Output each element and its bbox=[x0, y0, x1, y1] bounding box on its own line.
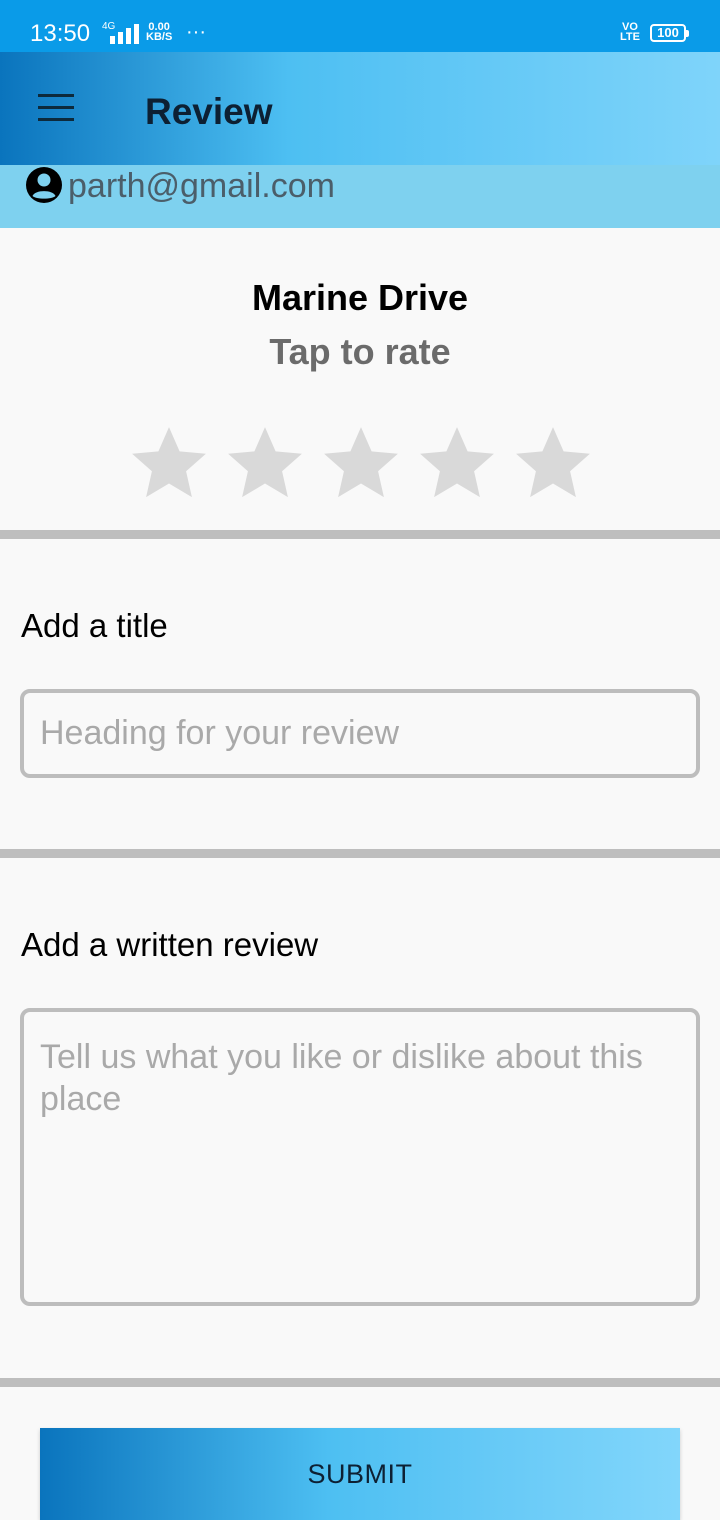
account-circle-icon bbox=[26, 167, 62, 203]
submit-button-label: SUBMIT bbox=[307, 1459, 413, 1489]
place-name: Marine Drive bbox=[251, 277, 469, 318]
star-5-icon[interactable] bbox=[511, 422, 595, 504]
star-3-icon[interactable] bbox=[319, 422, 403, 504]
review-section-label: Add a written review bbox=[21, 926, 319, 963]
more-notifications-indicator: ··· bbox=[186, 21, 206, 43]
review-text-input[interactable] bbox=[20, 1008, 700, 1306]
star-4-icon[interactable] bbox=[415, 422, 499, 504]
volte-indicator: VO LTE bbox=[620, 22, 640, 43]
section-divider bbox=[0, 1378, 720, 1387]
volte-bottom-label: LTE bbox=[620, 31, 640, 43]
user-email: parth@gmail.com bbox=[68, 167, 335, 205]
app-bar bbox=[0, 52, 720, 165]
menu-icon[interactable] bbox=[36, 94, 76, 124]
review-title-input[interactable] bbox=[20, 689, 700, 778]
star-1-icon[interactable] bbox=[127, 422, 211, 504]
status-time: 13:50 bbox=[30, 20, 91, 47]
status-bar: 13:50 4G 0.00 KB/S ··· VO LTE 100 bbox=[0, 0, 720, 52]
star-2-icon[interactable] bbox=[223, 422, 307, 504]
signal-icon bbox=[110, 24, 139, 44]
battery-icon: 100 bbox=[650, 24, 689, 42]
rating-prompt: Tap to rate bbox=[269, 331, 451, 372]
section-divider bbox=[0, 849, 720, 858]
network-speed: 0.00 KB/S bbox=[146, 22, 173, 43]
title-section-label: Add a title bbox=[21, 607, 168, 644]
network-speed-unit: KB/S bbox=[146, 31, 173, 43]
section-divider bbox=[0, 530, 720, 539]
page-title: Review bbox=[145, 91, 273, 132]
submit-button[interactable]: SUBMIT bbox=[40, 1428, 680, 1520]
